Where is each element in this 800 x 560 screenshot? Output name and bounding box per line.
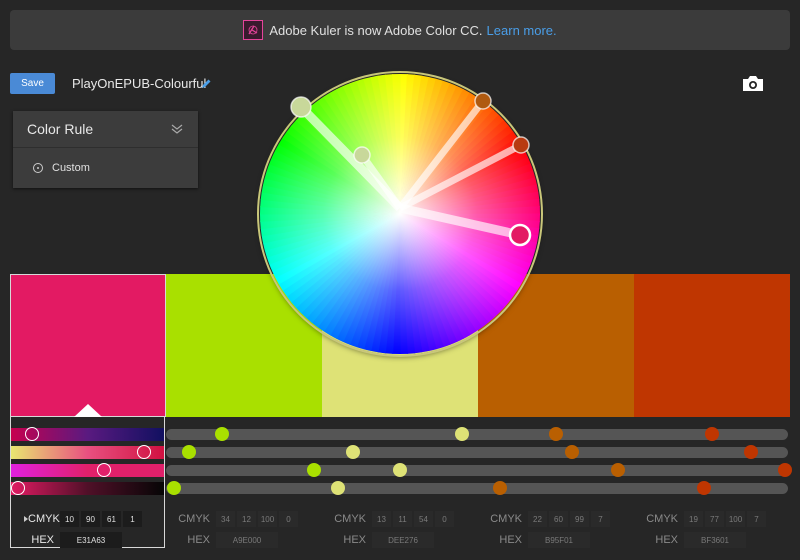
- banner-text: Adobe Kuler is now Adobe Color CC.: [269, 22, 483, 38]
- cmyk-value-input[interactable]: 10: [60, 511, 79, 527]
- cmyk-row: CMYK 19 77 100 7: [634, 510, 790, 528]
- color-sliders: [10, 417, 793, 505]
- slider-knob[interactable]: [549, 427, 563, 441]
- cmyk-value-input[interactable]: 0: [279, 511, 298, 527]
- slider-track-active[interactable]: [10, 482, 165, 495]
- slider-knob[interactable]: [24, 427, 39, 441]
- wheel-handle[interactable]: [512, 136, 530, 154]
- camera-icon[interactable]: [742, 75, 764, 97]
- cmyk-label: CMYK: [334, 513, 366, 525]
- cmyk-value-input[interactable]: 100: [726, 511, 745, 527]
- slider-knob[interactable]: [393, 463, 407, 477]
- cmyk-value-input[interactable]: 1: [123, 511, 142, 527]
- hex-label: HEX: [187, 534, 210, 546]
- slider-knob[interactable]: [96, 463, 111, 477]
- cmyk-value-input[interactable]: 90: [81, 511, 100, 527]
- color-rule-header[interactable]: Color Rule: [13, 111, 198, 148]
- swatch-values-5: CMYK 19 77 100 7 HEX BF3601: [634, 510, 790, 550]
- slider-knob[interactable]: [166, 481, 181, 495]
- wheel-handle[interactable]: [474, 92, 492, 110]
- hex-row: HEX A9E000: [166, 531, 322, 549]
- cmyk-label: CMYK: [490, 513, 522, 525]
- double-chevron-icon[interactable]: [171, 121, 183, 137]
- slider-track-active[interactable]: [10, 464, 165, 477]
- cmyk-value-input[interactable]: 7: [747, 511, 766, 527]
- slider-knob[interactable]: [492, 481, 507, 495]
- slider-row-1[interactable]: [10, 428, 790, 441]
- cmyk-value-input[interactable]: 54: [414, 511, 433, 527]
- color-rule-title: Color Rule: [27, 121, 94, 137]
- hex-row: HEX BF3601: [634, 531, 790, 549]
- notification-banner: Adobe Kuler is now Adobe Color CC. Learn…: [10, 10, 790, 50]
- slider-knob[interactable]: [10, 481, 25, 495]
- wheel-handle[interactable]: [353, 146, 371, 164]
- radio-icon[interactable]: [33, 163, 43, 173]
- pencil-icon[interactable]: [200, 77, 212, 95]
- slider-track[interactable]: [166, 429, 788, 440]
- hex-row: HEX B95F01: [478, 531, 634, 549]
- slider-row-4[interactable]: [10, 482, 790, 495]
- cmyk-value-input[interactable]: 34: [216, 511, 235, 527]
- cmyk-value-input[interactable]: 99: [570, 511, 589, 527]
- cmyk-label: CMYK: [646, 513, 678, 525]
- theme-name[interactable]: PlayOnEPUB-Colourful: [72, 76, 206, 91]
- learn-more-link[interactable]: Learn more.: [487, 23, 557, 38]
- color-wheel[interactable]: [259, 73, 541, 355]
- slider-track[interactable]: [166, 465, 788, 476]
- swatch-1[interactable]: [10, 274, 166, 417]
- slider-knob[interactable]: [564, 445, 579, 459]
- slider-knob[interactable]: [705, 427, 719, 441]
- slider-knob[interactable]: [330, 481, 345, 495]
- cmyk-row: CMYK 34 12 100 0: [166, 510, 322, 528]
- cmyk-value-input[interactable]: 60: [549, 511, 568, 527]
- hex-row: HEX DEE276: [322, 531, 478, 549]
- cmyk-value-input[interactable]: 19: [684, 511, 703, 527]
- slider-knob[interactable]: [778, 463, 793, 477]
- hex-label: HEX: [499, 534, 522, 546]
- cmyk-value-input[interactable]: 61: [102, 511, 121, 527]
- cmyk-value-input[interactable]: 7: [591, 511, 610, 527]
- selected-caret-icon: [74, 404, 102, 417]
- cmyk-row: CMYK 10 90 61 1: [10, 510, 166, 528]
- hex-value-input[interactable]: E31A63: [60, 532, 122, 548]
- cmyk-value-input[interactable]: 12: [237, 511, 256, 527]
- swatch-values-2: CMYK 34 12 100 0 HEX A9E000: [166, 510, 322, 550]
- kuler-logo-icon: [243, 20, 264, 40]
- hex-value-input[interactable]: A9E000: [216, 532, 278, 548]
- cmyk-value-input[interactable]: 77: [705, 511, 724, 527]
- color-rule-panel: Color Rule Custom: [13, 111, 198, 188]
- slider-track[interactable]: [166, 447, 788, 458]
- cmyk-value-input[interactable]: 11: [393, 511, 412, 527]
- cmyk-value-input[interactable]: 13: [372, 511, 391, 527]
- cmyk-label: CMYK: [28, 513, 60, 525]
- hex-value-input[interactable]: B95F01: [528, 532, 590, 548]
- cmyk-value-input[interactable]: 100: [258, 511, 277, 527]
- hex-row: HEX E31A63: [10, 531, 166, 549]
- cmyk-row: CMYK 13 11 54 0: [322, 510, 478, 528]
- save-button[interactable]: Save: [10, 73, 55, 94]
- hex-label: HEX: [31, 534, 54, 546]
- swatch-values-3: CMYK 13 11 54 0 HEX DEE276: [322, 510, 478, 550]
- color-wheel-graphic[interactable]: [259, 73, 541, 355]
- hex-label: HEX: [655, 534, 678, 546]
- rule-option-custom[interactable]: Custom: [13, 148, 198, 188]
- wheel-handle[interactable]: [508, 223, 532, 247]
- cmyk-label: CMYK: [178, 513, 210, 525]
- swatch-5[interactable]: [634, 274, 790, 417]
- hex-value-input[interactable]: DEE276: [372, 532, 434, 548]
- slider-row-2[interactable]: [10, 446, 790, 459]
- swatch-values-4: CMYK 22 60 99 7 HEX B95F01: [478, 510, 634, 550]
- rule-option-label: Custom: [52, 162, 90, 174]
- slider-track[interactable]: [166, 483, 788, 494]
- hex-value-input[interactable]: BF3601: [684, 532, 746, 548]
- wheel-handle[interactable]: [290, 96, 312, 118]
- cmyk-value-input[interactable]: 0: [435, 511, 454, 527]
- slider-knob[interactable]: [744, 445, 758, 459]
- hex-label: HEX: [343, 534, 366, 546]
- cmyk-value-input[interactable]: 22: [528, 511, 547, 527]
- swatch-values-1: CMYK 10 90 61 1 HEX E31A63: [10, 510, 166, 550]
- cmyk-row: CMYK 22 60 99 7: [478, 510, 634, 528]
